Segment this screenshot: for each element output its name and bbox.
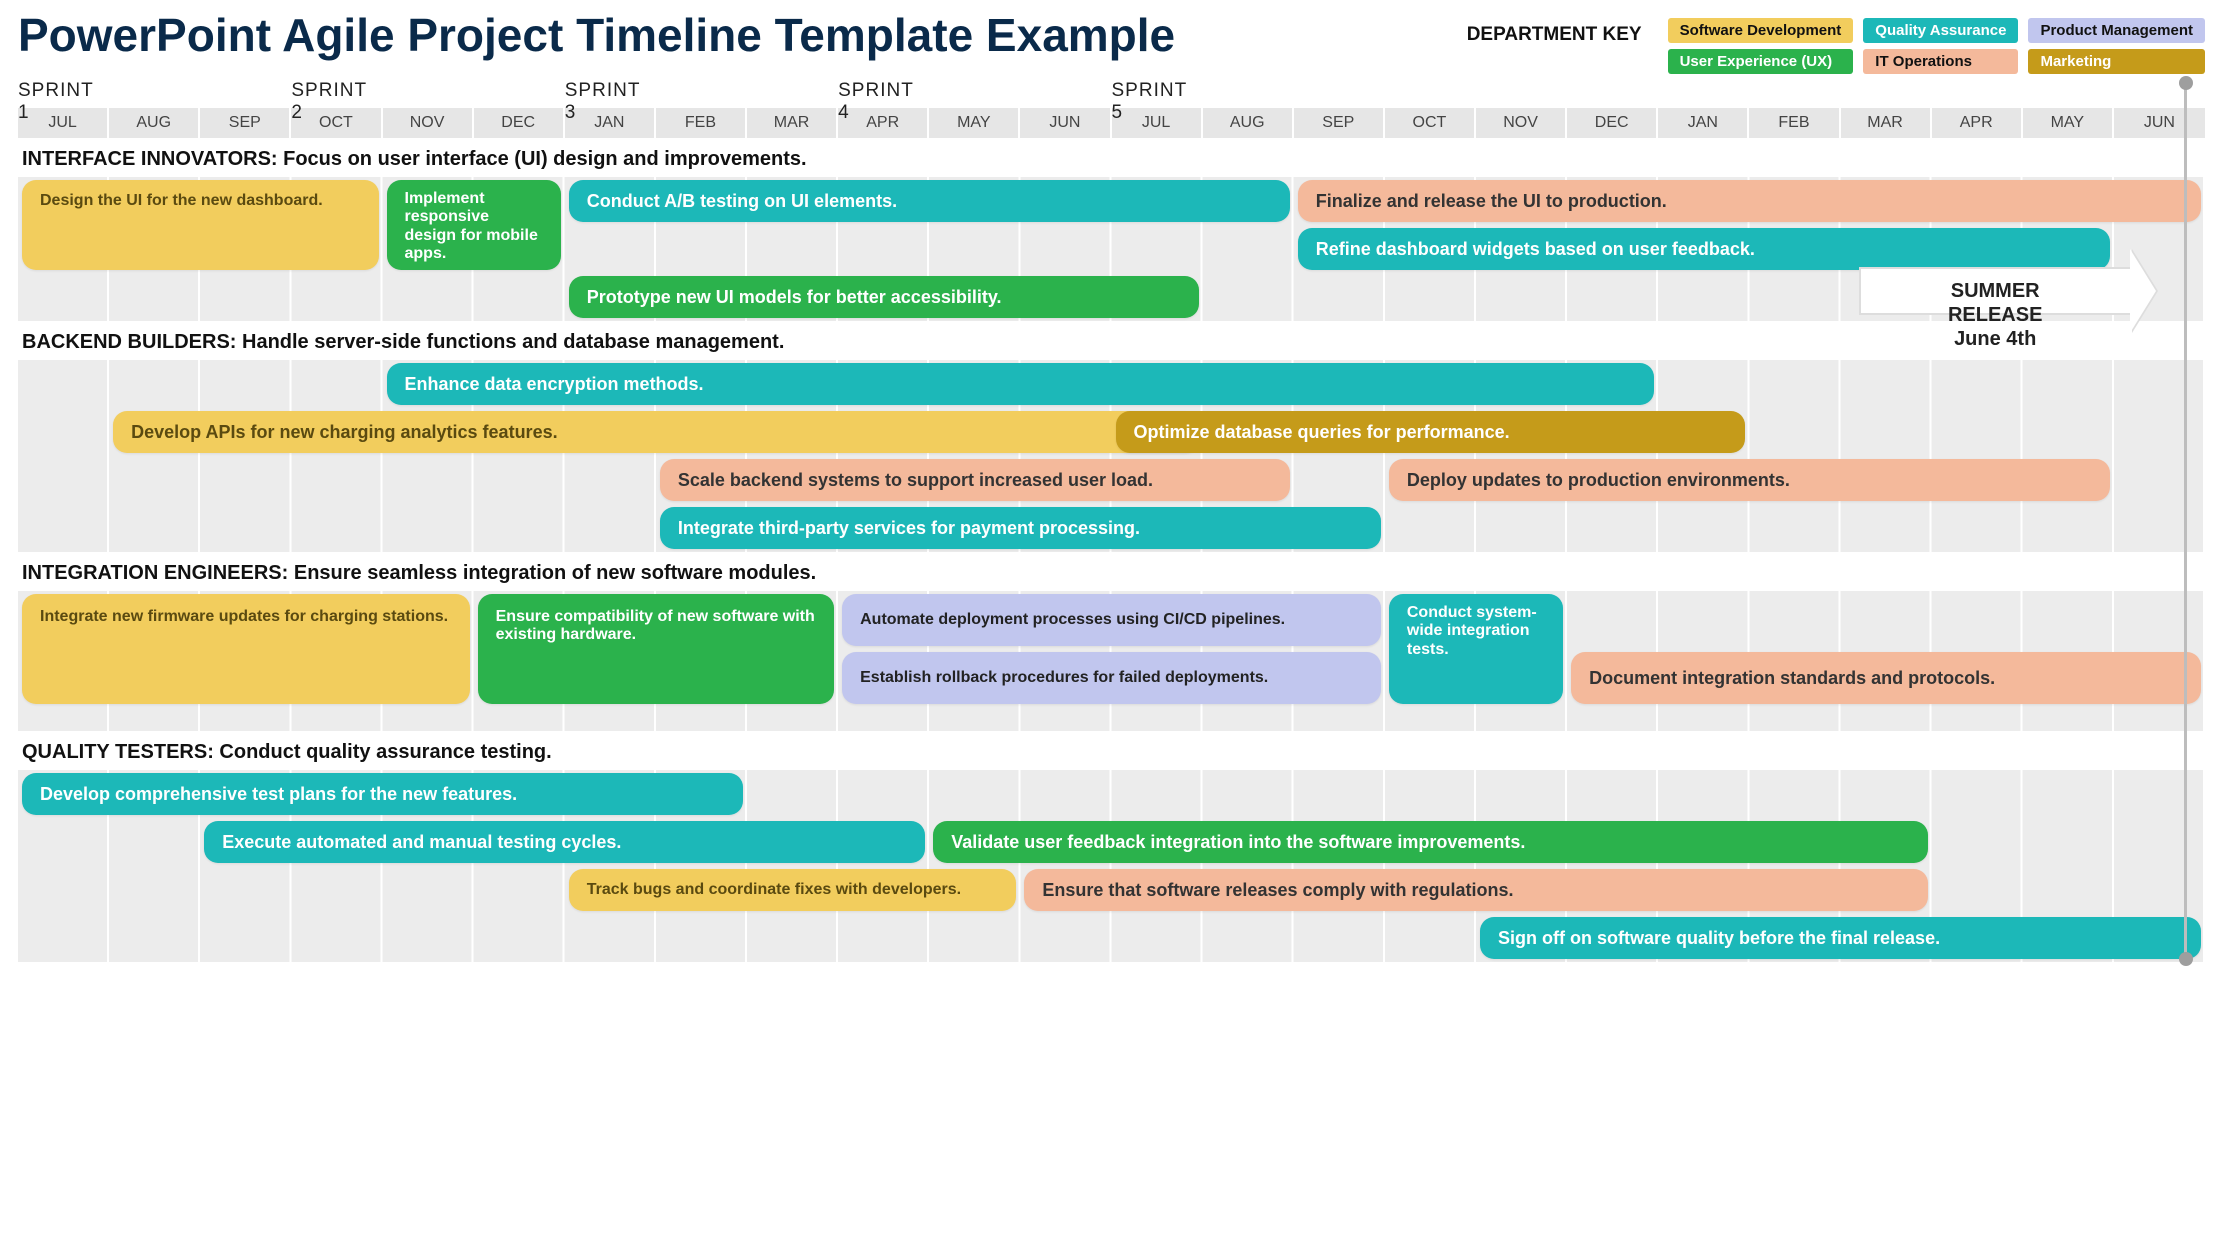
bar: Optimize database queries for performanc… — [1116, 411, 1746, 453]
bar: Establish rollback procedures for failed… — [842, 652, 1381, 704]
month: MAY — [2023, 108, 2114, 138]
bar: Sign off on software quality before the … — [1480, 917, 2201, 959]
sprint-3: SPRINT 3 — [565, 80, 656, 124]
bar: Integrate third-party services for payme… — [660, 507, 1381, 549]
bar: Validate user feedback integration into … — [933, 821, 1927, 863]
milestone-line: June 4th — [1879, 327, 2112, 351]
month: OCT — [1385, 108, 1476, 138]
month: FEB — [1749, 108, 1840, 138]
month: NOV — [1476, 108, 1567, 138]
bar: Develop comprehensive test plans for the… — [22, 773, 743, 815]
section-title-integration: INTEGRATION ENGINEERS: Ensure seamless i… — [18, 552, 2205, 591]
bar: Track bugs and coordinate fixes with dev… — [569, 869, 1017, 911]
sprint-5: SPRINT 5 — [1112, 80, 1203, 124]
timeline: SPRINT 1 SPRINT 2 SPRINT 3 SPRINT 4 SPRI… — [18, 80, 2205, 962]
month: SEP — [1294, 108, 1385, 138]
lane-backend-2: Integrate third-party services for payme… — [18, 504, 2205, 552]
bar: Scale backend systems to support increas… — [660, 459, 1290, 501]
lane-interface: Design the UI for the new dashboard. Imp… — [18, 177, 2205, 321]
month: NOV — [383, 108, 474, 138]
month: MAR — [747, 108, 838, 138]
month: JUN — [2114, 108, 2205, 138]
key-ux: User Experience (UX) — [1668, 49, 1854, 74]
department-key: DEPARTMENT KEY Software Development User… — [1467, 18, 2205, 74]
bar: Ensure that software releases comply wit… — [1024, 869, 1927, 911]
bar: Document integration standards and proto… — [1571, 652, 2201, 704]
key-marketing: Marketing — [2028, 49, 2205, 74]
lane-integration: Integrate new firmware updates for charg… — [18, 591, 2205, 707]
month: MAY — [929, 108, 1020, 138]
bar: Deploy updates to production environment… — [1389, 459, 2110, 501]
month: JUN — [1020, 108, 1111, 138]
month: APR — [1932, 108, 2023, 138]
milestone-line: RELEASE — [1879, 303, 2112, 327]
bar: Finalize and release the UI to productio… — [1298, 180, 2201, 222]
month: DEC — [474, 108, 565, 138]
bar: Ensure compatibility of new software wit… — [478, 594, 835, 704]
milestone-line: SUMMER — [1879, 279, 2112, 303]
month: AUG — [1203, 108, 1294, 138]
section-title-qa: QUALITY TESTERS: Conduct quality assuran… — [18, 731, 2205, 770]
month: JAN — [1658, 108, 1749, 138]
key-it-ops: IT Operations — [1863, 49, 2018, 74]
key-product-mgmt: Product Management — [2028, 18, 2205, 43]
month: MAR — [1841, 108, 1932, 138]
key-label: DEPARTMENT KEY — [1467, 24, 1642, 46]
bar: Refine dashboard widgets based on user f… — [1298, 228, 2110, 270]
bar: Conduct system-wide integration tests. — [1389, 594, 1563, 704]
lane-qa-2: Sign off on software quality before the … — [18, 914, 2205, 962]
sprint-2: SPRINT 2 — [291, 80, 382, 124]
month: DEC — [1567, 108, 1658, 138]
sprint-1: SPRINT 1 — [18, 80, 109, 124]
bar: Conduct A/B testing on UI elements. — [569, 180, 1290, 222]
sprint-4: SPRINT 4 — [838, 80, 929, 124]
bar: Design the UI for the new dashboard. — [22, 180, 379, 270]
bar: Integrate new firmware updates for charg… — [22, 594, 470, 704]
bar: Enhance data encryption methods. — [387, 363, 1655, 405]
section-title-interface: INTERFACE INNOVATORS: Focus on user inte… — [18, 138, 2205, 177]
key-software-dev: Software Development — [1668, 18, 1854, 43]
bar: Develop APIs for new charging analytics … — [113, 411, 1199, 453]
section-title-backend: BACKEND BUILDERS: Handle server-side fun… — [18, 321, 2205, 360]
milestone-summer-release: SUMMER RELEASE June 4th — [1859, 267, 2132, 315]
bar: Automate deployment processes using CI/C… — [842, 594, 1381, 646]
sprint-row: SPRINT 1 SPRINT 2 SPRINT 3 SPRINT 4 SPRI… — [18, 80, 2205, 108]
lane-backend: Enhance data encryption methods. Develop… — [18, 360, 2205, 504]
lane-integration-pad — [18, 707, 2205, 731]
month: SEP — [200, 108, 291, 138]
lane-qa: Develop comprehensive test plans for the… — [18, 770, 2205, 914]
bar: Execute automated and manual testing cyc… — [204, 821, 925, 863]
key-qa: Quality Assurance — [1863, 18, 2018, 43]
month: AUG — [109, 108, 200, 138]
bar: Prototype new UI models for better acces… — [569, 276, 1199, 318]
page-title: PowerPoint Agile Project Timeline Templa… — [18, 10, 1175, 61]
month: FEB — [656, 108, 747, 138]
bar: Implement responsive design for mobile a… — [387, 180, 561, 270]
